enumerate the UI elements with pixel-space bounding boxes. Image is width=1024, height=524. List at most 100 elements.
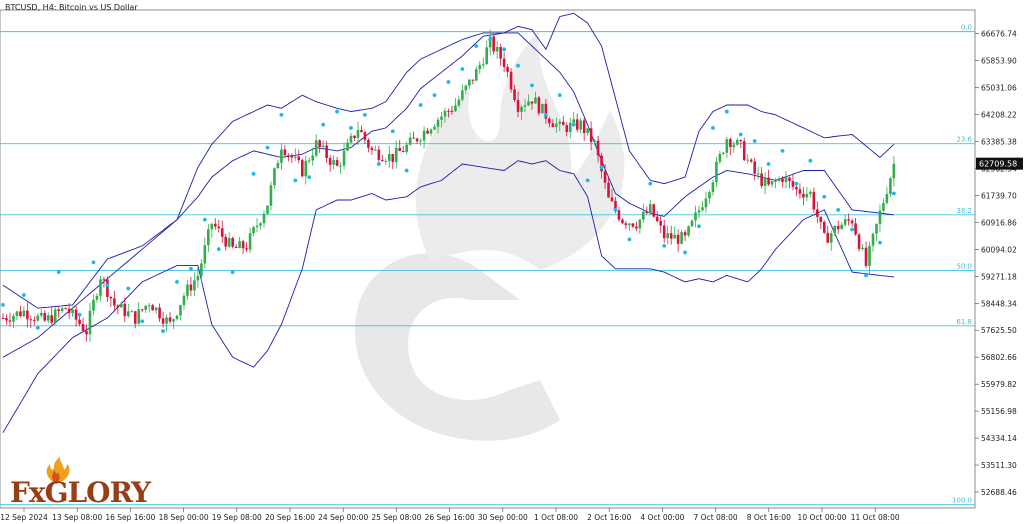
candle-bull [579, 120, 582, 130]
candle-bull [130, 311, 134, 313]
candle-bear [234, 246, 238, 248]
watermark-flame [415, 30, 625, 270]
candle-bull [687, 226, 690, 236]
candle-bull [735, 140, 739, 145]
sar-dot [91, 260, 96, 265]
candle-bear [1, 317, 5, 319]
candle-bear [631, 223, 635, 227]
candle-bear [739, 140, 743, 142]
sar-dot [752, 139, 757, 143]
y-tick-label: 66676.74 [981, 30, 1017, 39]
sar-dot [557, 93, 562, 98]
candle-bull [419, 140, 422, 142]
candle-bear [106, 279, 109, 297]
candle-bull [342, 150, 346, 166]
candle-bear [217, 226, 221, 229]
candle-bull [384, 160, 388, 162]
candle-bear [325, 145, 328, 159]
y-tick-label: 59271.18 [981, 272, 1017, 281]
candle-bull [468, 79, 471, 86]
candle-bull [520, 106, 523, 112]
candle-bull [774, 180, 777, 182]
sar-dot [265, 145, 270, 150]
sar-dot [56, 270, 61, 275]
candle-bull [457, 99, 461, 106]
sar-dot [460, 67, 465, 71]
candle-bear [367, 139, 370, 148]
candle-bear [742, 141, 746, 161]
candle-bull [387, 153, 391, 161]
candle-bull [144, 305, 147, 310]
candle-bear [812, 191, 816, 210]
y-tick-label: 65853.90 [981, 57, 1017, 66]
candle-bear [635, 226, 638, 229]
candle-bear [360, 130, 363, 133]
candle-bear [401, 151, 405, 153]
candle-bull [154, 307, 158, 311]
candle-bull [690, 220, 694, 227]
y-tick-label: 63385.38 [981, 138, 1017, 147]
sar-dot [140, 319, 145, 324]
candle-bear [43, 312, 47, 321]
sar-dot [21, 293, 26, 297]
candle-bull [200, 263, 203, 276]
y-tick-label: 53511.30 [981, 461, 1017, 470]
candle-bear [607, 182, 610, 198]
candle-bear [575, 119, 579, 130]
candle-bear [816, 209, 819, 217]
sar-dot [251, 171, 256, 176]
candle-bear [854, 223, 857, 235]
chart-title: BTCUSD, H4: Bitcoin vs US Dollar [5, 3, 138, 12]
candle-bull [294, 156, 297, 158]
sar-dot [530, 83, 534, 88]
candle-bear [596, 140, 600, 156]
candle-bull [586, 128, 589, 134]
sar-dot [446, 80, 451, 84]
sar-dot [216, 247, 221, 252]
fib-level-label: 100.0 [952, 497, 972, 505]
candle-bear [760, 173, 763, 186]
candle-bear [370, 147, 374, 150]
candle-bear [864, 247, 868, 266]
candle-bull [276, 162, 280, 169]
fib-level-label: 38.2 [956, 207, 972, 215]
sar-dot [202, 217, 207, 222]
candle-bear [67, 308, 71, 314]
candle-bear [328, 158, 332, 165]
sar-dot [683, 250, 687, 255]
sar-dot [175, 280, 179, 284]
candle-bull [756, 173, 760, 175]
candle-bear [8, 320, 12, 322]
candle-bear [415, 138, 419, 142]
candle-bull [882, 202, 885, 211]
candle-bear [161, 318, 165, 324]
x-tick-label: 16 Sep 16:00 [105, 513, 155, 522]
sar-dot [711, 126, 715, 130]
sar-dot [794, 181, 799, 186]
candle-bear [662, 225, 666, 239]
sar-dot [77, 312, 82, 317]
candle-bull [436, 119, 440, 127]
candle-bear [499, 47, 502, 59]
candle-bull [809, 191, 812, 194]
candle-bear [426, 130, 429, 134]
candle-bull [666, 233, 669, 239]
sar-dot [836, 207, 841, 212]
candle-bear [133, 311, 137, 324]
candle-bull [36, 315, 40, 321]
candle-bear [795, 186, 798, 190]
candle-bull [252, 227, 255, 234]
x-tick-label: 25 Sep 08:00 [371, 513, 421, 522]
candle-bull [722, 152, 725, 154]
candle-bear [589, 128, 593, 142]
candle-bear [318, 140, 321, 147]
candle-bull [314, 140, 318, 156]
candle-bull [266, 205, 269, 214]
candle-bull [440, 116, 443, 120]
candle-bear [621, 219, 624, 224]
candle-bull [840, 224, 843, 230]
candle-bull [527, 101, 530, 106]
candle-bull [485, 47, 489, 65]
candle-bull [443, 110, 447, 117]
candle-bull [746, 159, 750, 161]
